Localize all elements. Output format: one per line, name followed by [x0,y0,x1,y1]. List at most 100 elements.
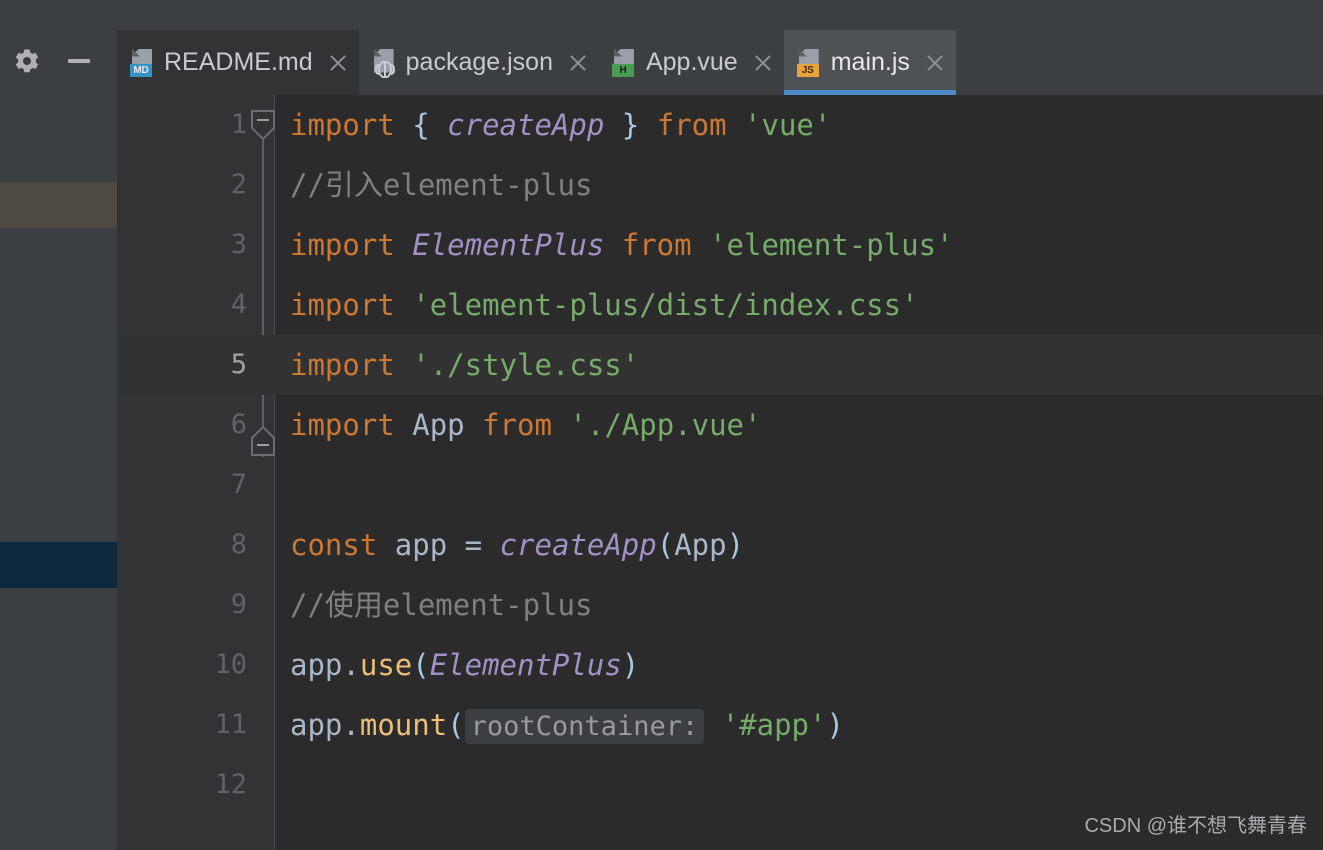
tab-label: App.vue [645,48,738,76]
token-brc: ) [726,528,745,562]
markdown-file-icon: MD [129,48,155,77]
token-kw: import [290,228,395,262]
token-def: app [394,528,448,562]
token-def [447,528,464,562]
code-text: import { createApp } from 'vue' [290,95,831,155]
code-line[interactable]: 4 import 'element-plus/dist/index.css' [117,275,1323,335]
blue-selection-band [0,542,117,588]
tab-readme-md[interactable]: MD README.md [117,30,359,95]
token-def: app [290,708,343,742]
token-cmt: //引入element-plus [290,168,593,202]
line-number: 4 [230,289,247,320]
close-icon[interactable] [567,52,589,74]
code-line[interactable]: 1 import { createApp } from 'vue' [117,95,1323,155]
line-number: 9 [230,589,247,620]
line-number: 6 [230,409,247,440]
token-kw: import [290,108,395,142]
token-fn: use [359,648,413,682]
token-brc: ( [447,708,465,742]
token-def [430,108,447,142]
javascript-badge: JS [796,63,819,77]
tab-label: main.js [830,48,910,76]
code-editor[interactable]: 1 import { createApp } from 'vue' 2 //引入ele… [117,95,1323,850]
html-file-icon: H [611,48,637,77]
token-def [377,528,394,562]
code-text: //使用element-plus [290,575,592,635]
token-def [465,408,482,442]
close-icon[interactable] [752,52,774,74]
code-line[interactable]: 2 //引入element-plus [117,155,1323,215]
tab-main-js[interactable]: JS main.js [783,30,956,95]
token-cmt: //使用element-plus [290,588,593,622]
token-def: App [412,408,465,442]
markdown-badge: MD [130,63,152,77]
json-file-icon [371,48,397,78]
code-text: //引入element-plus [290,155,592,215]
token-str: 'element-plus' [709,228,954,262]
token-hint: rootContainer: [464,709,705,744]
token-kw: import [290,348,395,382]
token-def [692,228,709,262]
token-def: . [342,708,360,742]
token-cls: createApp [447,108,605,142]
token-kw: const [290,528,378,562]
code-text: import ElementPlus from 'element-plus' [290,215,954,275]
token-def [395,108,412,142]
code-line[interactable]: 8 const app = createApp(App) [117,515,1323,575]
token-def: app [290,648,343,682]
token-def [395,408,412,442]
token-str: 'vue' [744,108,832,142]
code-text: app.mount(rootContainer: '#app') [290,695,844,755]
token-str: './App.vue' [569,408,762,442]
close-icon[interactable] [327,52,349,74]
code-text: import App from './App.vue' [290,395,761,455]
token-kw: import [290,408,395,442]
token-def [604,228,621,262]
token-kw: import [290,288,395,322]
code-text: const app = createApp(App) [290,515,744,575]
code-line[interactable]: 3 import ElementPlus from 'element-plus' [117,215,1323,275]
token-def [704,708,721,742]
token-brc: ) [621,648,640,682]
code-text: import 'element-plus/dist/index.css' [290,275,919,335]
code-line[interactable]: 7 [117,455,1323,515]
line-number: 7 [230,469,247,500]
window-top-strip [0,0,1323,30]
code-line[interactable]: 5 import './style.css' [117,335,1323,395]
tab-app-vue[interactable]: H App.vue [598,30,784,95]
token-def [727,108,744,142]
olive-highlight-band [0,182,117,228]
token-brc: ( [656,528,675,562]
token-def [639,108,656,142]
code-line[interactable]: 6 import App from './App.vue' [117,395,1323,455]
code-text: app.use(ElementPlus) [290,635,639,695]
token-def [604,108,621,142]
code-line[interactable]: 12 [117,755,1323,815]
line-number: 1 [230,109,247,140]
code-line[interactable]: 11 app.mount(rootContainer: '#app') [117,695,1323,755]
code-line[interactable]: 10 app.use(ElementPlus) [117,635,1323,695]
line-number: 11 [214,709,247,740]
code-line[interactable]: 9 //使用element-plus [117,575,1323,635]
token-fn: mount [359,708,448,742]
token-def [552,408,569,442]
close-icon[interactable] [924,52,946,74]
csdn-watermark: CSDN @谁不想飞舞青春 [1084,815,1307,837]
token-str: '#app' [721,708,827,742]
editor-tab-bar: MD README.md package.json H App.vue JS m… [117,30,1323,95]
token-kw: from [621,228,692,262]
minimize-bar [68,59,90,63]
line-number: 5 [230,349,247,380]
line-number: 2 [230,169,247,200]
token-brc: { [412,108,430,142]
token-brc: ) [826,708,844,742]
token-kw: from [482,408,552,442]
token-cls: ElementPlus [429,648,622,682]
token-def [395,228,412,262]
token-def: . [342,648,360,682]
tab-label: package.json [405,48,553,76]
code-lines: 1 import { createApp } from 'vue' 2 //引入ele… [117,95,1323,850]
gear-icon[interactable] [14,48,40,74]
tab-package-json[interactable]: package.json [358,30,599,95]
minimize-icon[interactable] [66,48,92,74]
